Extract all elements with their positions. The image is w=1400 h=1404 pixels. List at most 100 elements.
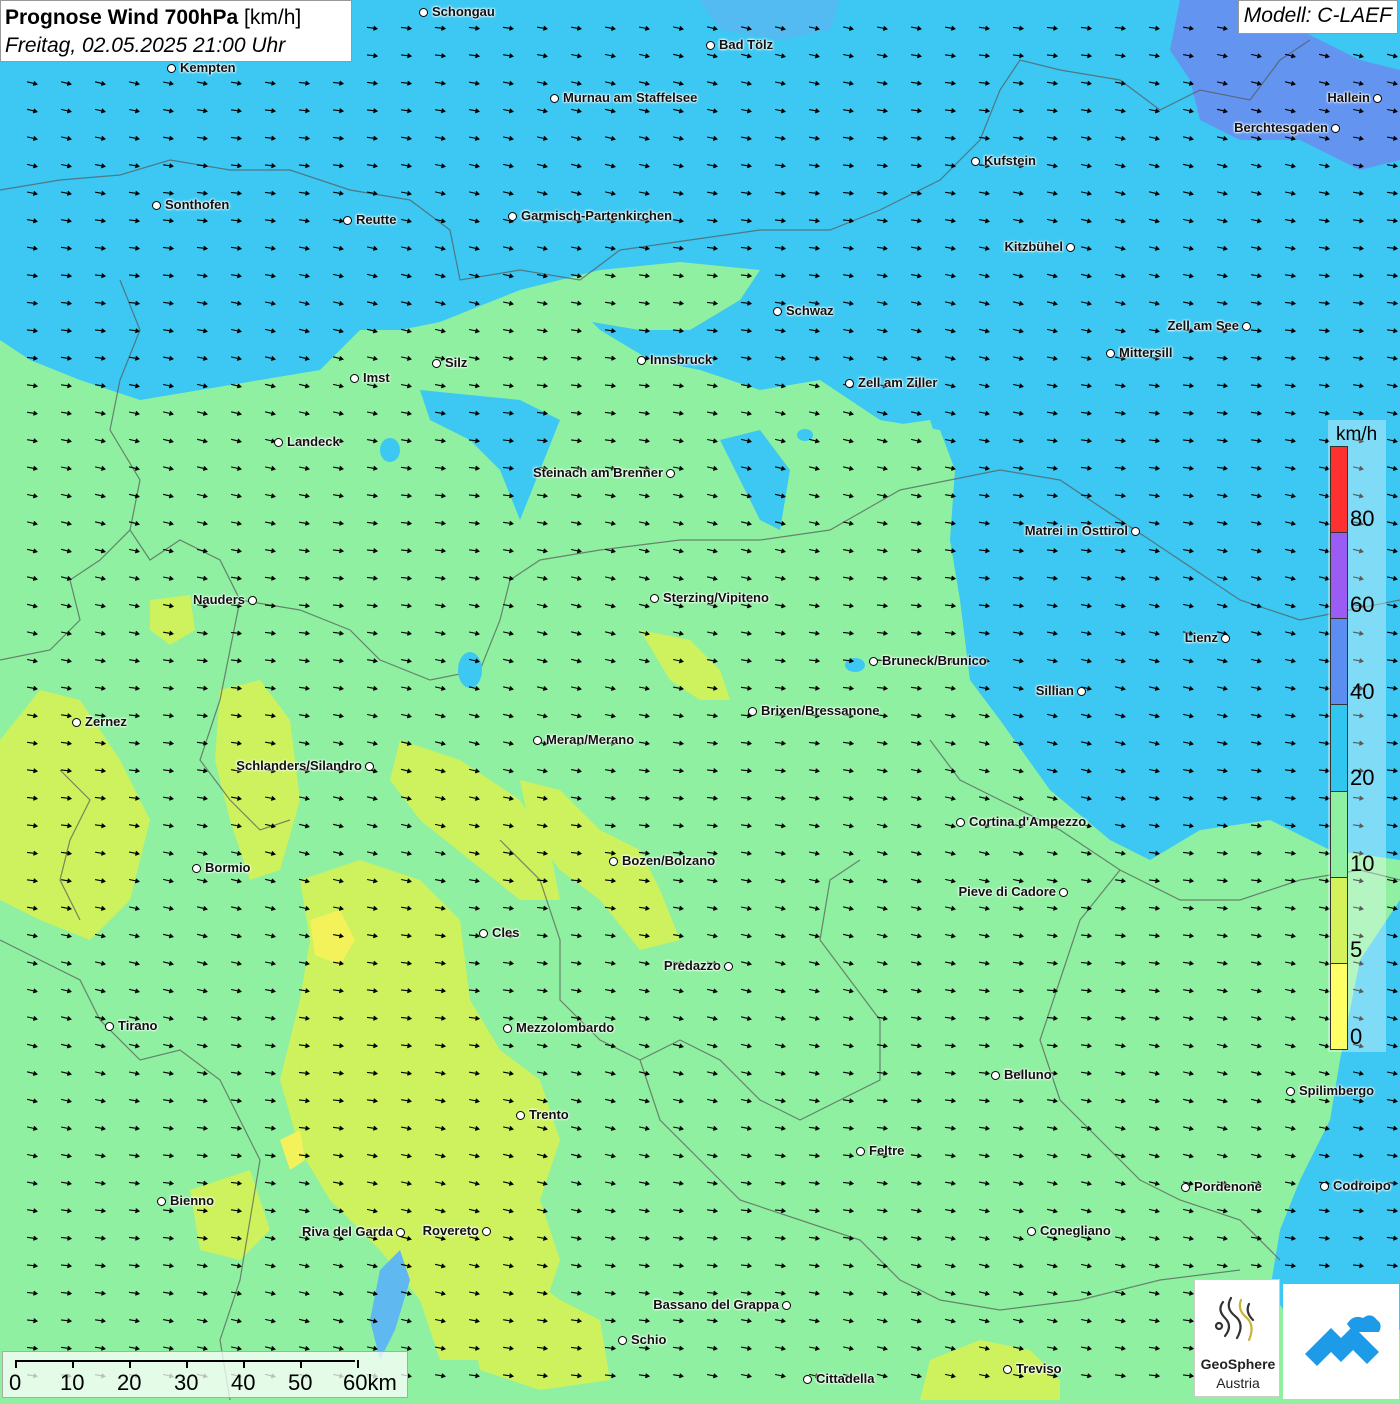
- city-label: Mezzolombardo: [516, 1020, 615, 1035]
- city-marker-icon: [1066, 243, 1075, 252]
- city-label: Kitzbühel: [1004, 239, 1064, 254]
- city-marker-icon: [1373, 94, 1382, 103]
- legend-swatch: [1331, 619, 1347, 706]
- city-label: Lienz: [1184, 630, 1218, 645]
- city-marker-icon: [609, 857, 618, 866]
- city-marker-icon: [152, 201, 161, 210]
- city-marker-icon: [803, 1375, 812, 1384]
- city-label: Bad Tölz: [719, 37, 774, 52]
- legend-swatch: [1331, 877, 1347, 964]
- city-label: Zell am See: [1167, 318, 1239, 333]
- city-label: Bruneck/Brunico: [882, 653, 987, 668]
- city-label: Cles: [492, 925, 520, 940]
- legend-label: 0: [1350, 1024, 1363, 1049]
- city-label: Garmisch-Partenkirchen: [521, 208, 673, 223]
- city-marker-icon: [343, 216, 352, 225]
- city-label: Sonthofen: [165, 197, 230, 212]
- city-label: Pieve di Cadore: [958, 884, 1056, 899]
- legend-unit: km/h: [1336, 424, 1378, 445]
- city-marker-icon: [550, 94, 559, 103]
- city-label: Sillian: [1035, 683, 1074, 698]
- city-marker-icon: [956, 818, 965, 827]
- city-label: Treviso: [1016, 1361, 1062, 1376]
- city-marker-icon: [666, 469, 675, 478]
- city-label: Belluno: [1004, 1067, 1052, 1082]
- scale-line: [15, 1360, 355, 1362]
- legend-swatch: [1331, 447, 1347, 534]
- city-label: Bassano del Grappa: [653, 1297, 779, 1312]
- city-label: Kufstein: [984, 153, 1036, 168]
- scale-tick: [15, 1360, 17, 1368]
- city-marker-icon: [1181, 1183, 1190, 1192]
- city-label: Pordenone: [1194, 1179, 1262, 1194]
- city-label: Tirano: [118, 1018, 158, 1033]
- title-box: Prognose Wind 700hPa [km/h] Freitag, 02.…: [0, 0, 352, 62]
- legend-swatch: [1331, 963, 1347, 1049]
- city-label: Bormio: [205, 860, 251, 875]
- city-marker-icon: [724, 962, 733, 971]
- city-label: Rovereto: [422, 1223, 479, 1238]
- city-label: Spilimbergo: [1299, 1083, 1375, 1098]
- geosphere-emblem-icon: [1214, 1296, 1255, 1342]
- city-label: Mittersill: [1119, 345, 1173, 360]
- scale-label: 60km: [343, 1370, 397, 1395]
- city-marker-icon: [1106, 349, 1115, 358]
- city-label: Brixen/Bressanone: [761, 703, 880, 718]
- city-label: Innsbruck: [650, 352, 713, 367]
- city-marker-icon: [503, 1024, 512, 1033]
- city-marker-icon: [508, 212, 517, 221]
- city-label: Schongau: [432, 4, 495, 19]
- city-marker-icon: [1331, 124, 1340, 133]
- city-marker-icon: [856, 1147, 865, 1156]
- city-label: Murnau am Staffelsee: [563, 90, 698, 105]
- city-marker-icon: [482, 1227, 491, 1236]
- legend-label: 10: [1350, 851, 1375, 876]
- city-label: Trento: [529, 1107, 569, 1122]
- city-marker-icon: [248, 596, 257, 605]
- city-label: Codroipo: [1333, 1178, 1391, 1193]
- geosphere-logo: GeoSphere Austria: [1194, 1279, 1280, 1397]
- app-logo: [1283, 1284, 1399, 1399]
- scale-tick: [300, 1360, 302, 1368]
- city-marker-icon: [845, 379, 854, 388]
- title-unit: [km/h]: [244, 6, 302, 29]
- scale-bar: 0 10 20 30 40 50 60km: [2, 1351, 408, 1398]
- scale-label: 20: [117, 1370, 142, 1395]
- legend-swatch: [1331, 791, 1347, 878]
- city-label: Matrei in Osttirol: [1024, 523, 1128, 538]
- city-label: Schio: [631, 1332, 667, 1347]
- city-marker-icon: [971, 157, 980, 166]
- city-label: Cortina d'Ampezzo: [969, 814, 1087, 829]
- city-marker-icon: [419, 8, 428, 17]
- city-label: Meran/Merano: [546, 732, 635, 747]
- city-marker-icon: [1059, 888, 1068, 897]
- forecast-datetime: Freitag, 02.05.2025 21:00 Uhr: [5, 34, 286, 57]
- city-label: Silz: [445, 355, 468, 370]
- legend-swatch: [1331, 705, 1347, 792]
- city-marker-icon: [396, 1228, 405, 1237]
- legend-label: 5: [1350, 937, 1363, 962]
- city-marker-icon: [1242, 322, 1251, 331]
- city-label: Feltre: [869, 1143, 905, 1158]
- city-label: Conegliano: [1040, 1223, 1111, 1238]
- city-label: Hallein: [1327, 90, 1370, 105]
- city-label: Berchtesgaden: [1234, 120, 1328, 135]
- legend-colorbar: [1330, 446, 1348, 1050]
- city-marker-icon: [479, 929, 488, 938]
- city-marker-icon: [516, 1111, 525, 1120]
- title-line: Prognose Wind 700hPa [km/h]: [5, 4, 347, 32]
- city-label: Zell am Ziller: [858, 375, 938, 390]
- geosphere-name: GeoSphere: [1200, 1356, 1276, 1372]
- scale-label: 0: [9, 1370, 22, 1395]
- scale-label: 10: [60, 1370, 85, 1395]
- scale-label: 30: [174, 1370, 199, 1395]
- city-marker-icon: [350, 374, 359, 383]
- city-marker-icon: [773, 307, 782, 316]
- city-marker-icon: [533, 736, 542, 745]
- model-label: Modell: C-LAEF: [1237, 0, 1398, 34]
- city-label: Cittadella: [816, 1371, 875, 1386]
- city-label: Schwaz: [786, 303, 834, 318]
- city-marker-icon: [618, 1336, 627, 1345]
- city-label: Landeck: [287, 434, 340, 449]
- scale-label: 50: [288, 1370, 313, 1395]
